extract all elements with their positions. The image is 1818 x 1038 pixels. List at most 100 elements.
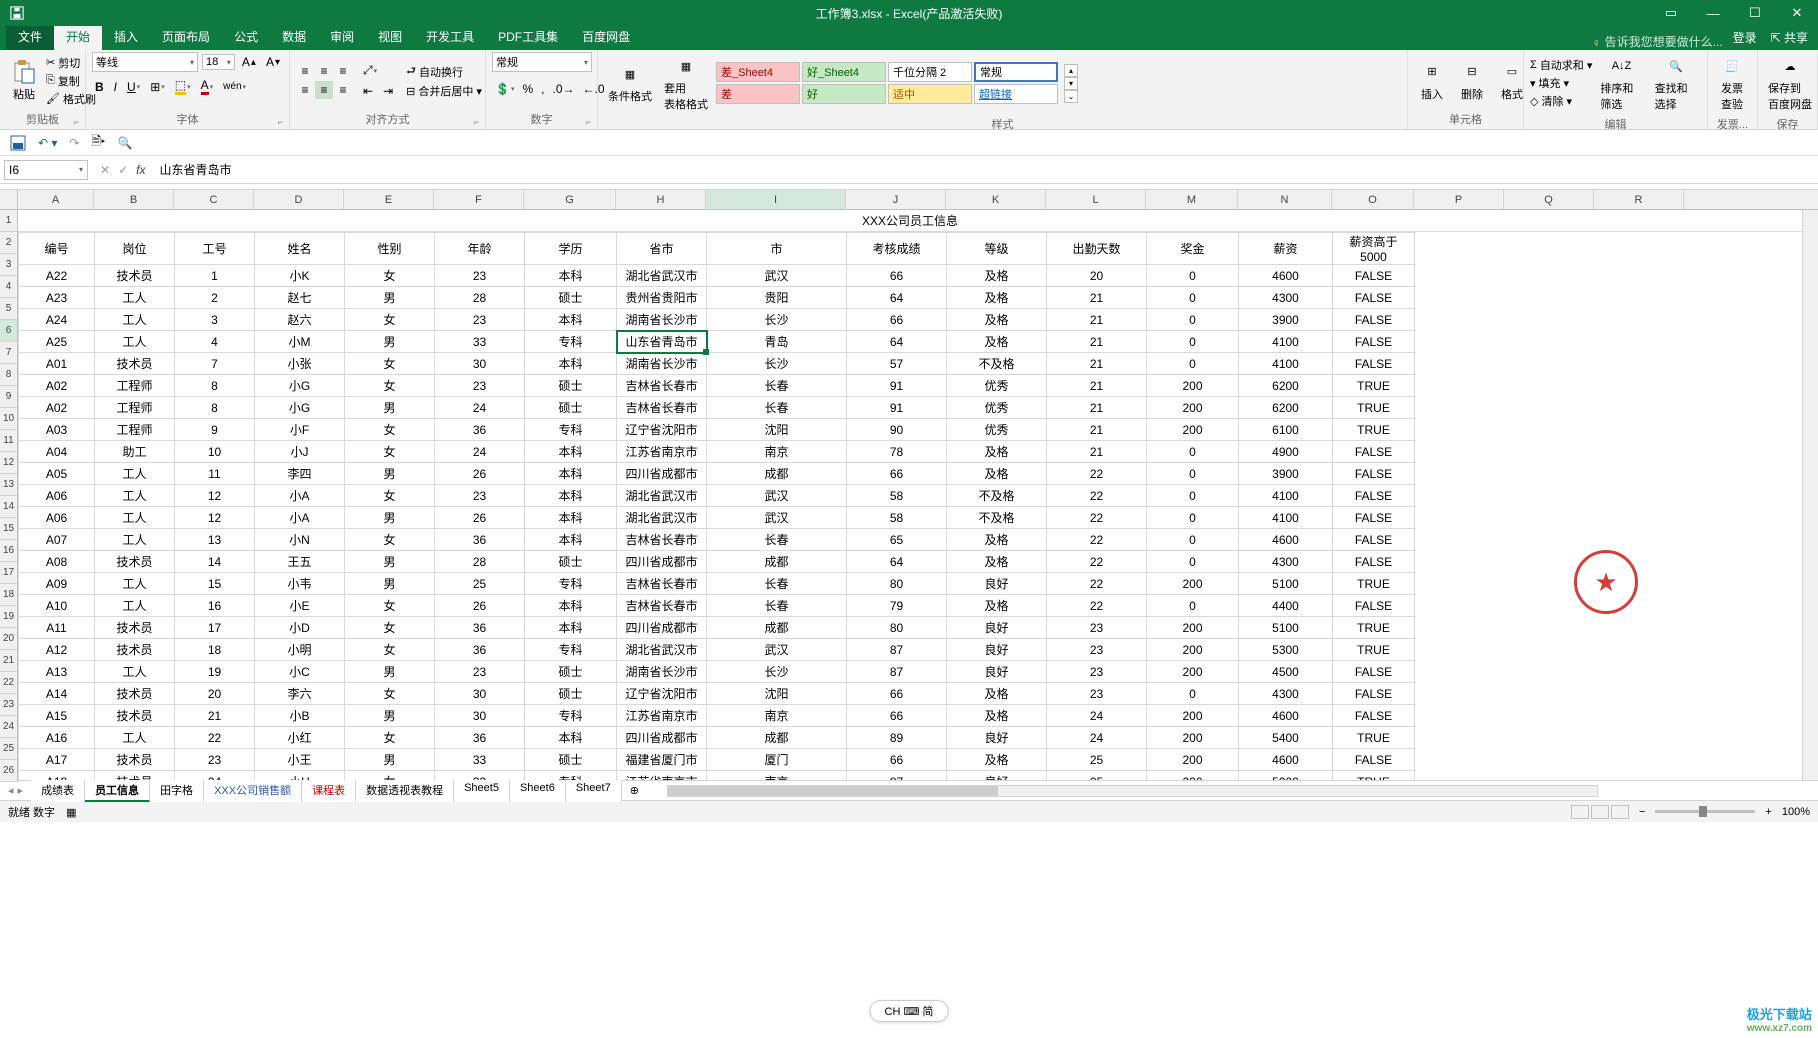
table-cell[interactable]: 工人 <box>95 573 175 595</box>
table-cell[interactable]: 助工 <box>95 441 175 463</box>
table-cell[interactable]: 专科 <box>525 705 617 727</box>
table-cell[interactable]: 优秀 <box>947 397 1047 419</box>
table-cell[interactable]: 南京 <box>707 705 847 727</box>
table-cell[interactable]: 湖北省武汉市 <box>617 639 707 661</box>
table-cell[interactable]: 本科 <box>525 309 617 331</box>
table-cell[interactable]: 技术员 <box>95 617 175 639</box>
row-header[interactable]: 2 <box>0 232 17 254</box>
table-cell[interactable]: 21 <box>1047 441 1147 463</box>
row-header[interactable]: 12 <box>0 452 17 474</box>
table-cell[interactable]: 四川省成都市 <box>617 617 707 639</box>
table-cell[interactable]: 36 <box>435 419 525 441</box>
table-cell[interactable]: 技术员 <box>95 705 175 727</box>
table-cell[interactable]: 8 <box>175 375 255 397</box>
table-header[interactable]: 性别 <box>345 233 435 265</box>
table-cell[interactable]: 吉林省长春市 <box>617 573 707 595</box>
table-cell[interactable]: 26 <box>435 595 525 617</box>
column-header[interactable]: L <box>1046 190 1146 209</box>
table-cell[interactable]: 硕士 <box>525 375 617 397</box>
table-cell[interactable]: 及格 <box>947 749 1047 771</box>
table-cell[interactable]: 湖南省长沙市 <box>617 309 707 331</box>
table-cell[interactable]: 66 <box>847 309 947 331</box>
table-cell[interactable]: A16 <box>19 727 95 749</box>
tab-file[interactable]: 文件 <box>6 23 54 50</box>
table-cell[interactable]: 28 <box>435 551 525 573</box>
table-cell[interactable]: 王五 <box>255 551 345 573</box>
table-cell[interactable]: 工人 <box>95 661 175 683</box>
table-cell[interactable]: 长春 <box>707 573 847 595</box>
table-format-button[interactable]: ▦套用 表格格式 <box>660 52 712 114</box>
column-header[interactable]: P <box>1414 190 1504 209</box>
table-cell[interactable]: 65 <box>847 529 947 551</box>
table-cell[interactable]: 技术员 <box>95 551 175 573</box>
table-cell[interactable]: A25 <box>19 331 95 353</box>
table-cell[interactable]: 硕士 <box>525 287 617 309</box>
table-cell[interactable]: 小B <box>255 705 345 727</box>
table-cell[interactable]: 工程师 <box>95 419 175 441</box>
table-cell[interactable]: 66 <box>847 265 947 287</box>
table-cell[interactable]: 22 <box>1047 507 1147 529</box>
table-cell[interactable]: 0 <box>1147 529 1239 551</box>
tab-开发工具[interactable]: 开发工具 <box>414 23 486 50</box>
row-header[interactable]: 6 <box>0 320 17 342</box>
row-header[interactable]: 14 <box>0 496 17 518</box>
table-row[interactable]: A10工人16小E女26本科吉林省长春市长春79及格2204400FALSE <box>19 595 1415 617</box>
table-cell[interactable]: 女 <box>345 683 435 705</box>
table-cell[interactable]: 4900 <box>1239 441 1333 463</box>
merge-center-button[interactable]: ⊟ 合并后居中▾ <box>406 83 482 99</box>
table-cell[interactable]: 江苏省南京市 <box>617 705 707 727</box>
table-cell[interactable]: 技术员 <box>95 771 175 781</box>
table-cell[interactable]: A23 <box>19 287 95 309</box>
table-cell[interactable]: 0 <box>1147 551 1239 573</box>
zoom-level[interactable]: 100% <box>1782 806 1810 818</box>
table-cell[interactable]: 30 <box>435 353 525 375</box>
table-cell[interactable]: 22 <box>1047 485 1147 507</box>
table-cell[interactable]: 23 <box>435 265 525 287</box>
table-cell[interactable]: 湖南省长沙市 <box>617 353 707 375</box>
table-cell[interactable]: 技术员 <box>95 353 175 375</box>
column-header[interactable]: M <box>1146 190 1238 209</box>
table-cell[interactable]: 28 <box>435 287 525 309</box>
new-sheet-icon[interactable]: ⊕ <box>622 784 647 797</box>
table-cell[interactable]: 小A <box>255 507 345 529</box>
table-cell[interactable]: 工人 <box>95 331 175 353</box>
table-cell[interactable]: FALSE <box>1333 463 1415 485</box>
row-header[interactable]: 19 <box>0 606 17 628</box>
table-cell[interactable]: 23 <box>435 375 525 397</box>
column-header[interactable]: N <box>1238 190 1332 209</box>
table-cell[interactable]: 36 <box>435 529 525 551</box>
increase-indent-icon[interactable]: ⇥ <box>380 82 396 100</box>
table-cell[interactable]: 硕士 <box>525 749 617 771</box>
table-cell[interactable]: 87 <box>847 661 947 683</box>
border-button[interactable]: ⊞▾ <box>147 78 168 96</box>
column-header[interactable]: K <box>946 190 1046 209</box>
qat-redo-icon[interactable]: ↷ <box>69 136 79 150</box>
sheet-tab[interactable]: Sheet7 <box>566 780 622 802</box>
table-cell[interactable]: 0 <box>1147 287 1239 309</box>
table-cell[interactable]: 湖北省武汉市 <box>617 485 707 507</box>
table-cell[interactable]: 赵七 <box>255 287 345 309</box>
table-cell[interactable]: 女 <box>345 771 435 781</box>
table-row[interactable]: A09工人15小韦男25专科吉林省长春市长春80良好222005100TRUE <box>19 573 1415 595</box>
table-cell[interactable]: 长春 <box>707 529 847 551</box>
table-cell[interactable]: 90 <box>847 419 947 441</box>
table-cell[interactable]: 江苏省南京市 <box>617 441 707 463</box>
table-cell[interactable]: TRUE <box>1333 375 1415 397</box>
table-cell[interactable]: FALSE <box>1333 353 1415 375</box>
table-cell[interactable]: A08 <box>19 551 95 573</box>
table-cell[interactable]: 0 <box>1147 683 1239 705</box>
row-header[interactable]: 16 <box>0 540 17 562</box>
font-size-combo[interactable]: 18▾ <box>202 54 235 70</box>
table-cell[interactable]: 女 <box>345 485 435 507</box>
table-row[interactable]: A18技术员24小H女33专科江苏省南京市南京87良好252005900TRUE <box>19 771 1415 781</box>
table-cell[interactable]: 200 <box>1147 771 1239 781</box>
table-cell[interactable]: A11 <box>19 617 95 639</box>
row-header[interactable]: 11 <box>0 430 17 452</box>
table-cell[interactable]: 工人 <box>95 309 175 331</box>
table-cell[interactable]: 13 <box>175 529 255 551</box>
table-cell[interactable]: A22 <box>19 265 95 287</box>
table-header[interactable]: 岗位 <box>95 233 175 265</box>
table-cell[interactable]: 4600 <box>1239 265 1333 287</box>
table-header[interactable]: 出勤天数 <box>1047 233 1147 265</box>
table-cell[interactable]: 及格 <box>947 287 1047 309</box>
